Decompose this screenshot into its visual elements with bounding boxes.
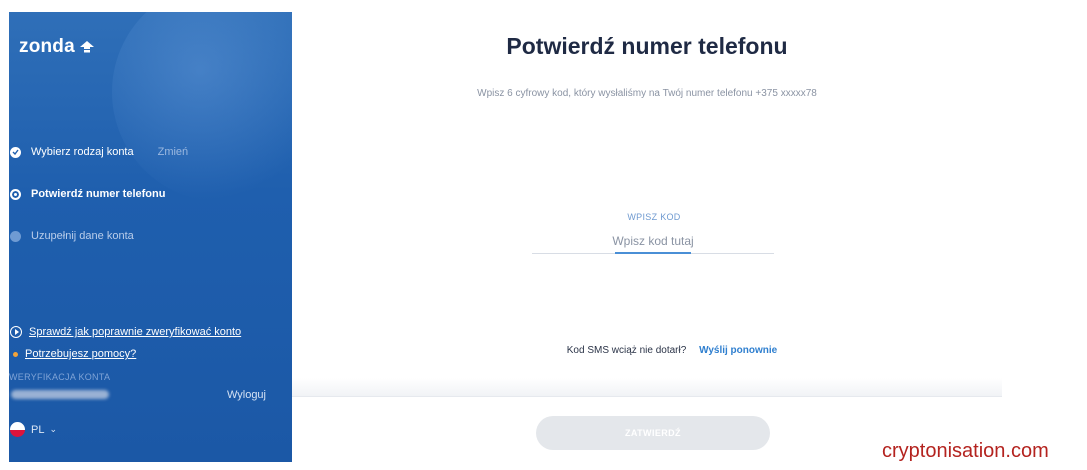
account-name-redacted (11, 390, 109, 399)
active-step-icon (10, 188, 21, 200)
help-link[interactable]: Potrzebujesz pomocy? (9, 348, 136, 360)
submit-button[interactable]: ZATWIERDŹ (536, 416, 770, 450)
language-label: PL (31, 423, 45, 436)
resend-link[interactable]: Wyślij ponownie (699, 345, 777, 356)
logout-button[interactable]: Wyloguj (227, 389, 266, 401)
step-label: Uzupełnij dane konta (31, 230, 134, 242)
input-focus-underline (615, 252, 691, 254)
step-confirm-phone: Potwierdź numer telefonu (9, 184, 165, 204)
main-content: Potwierdź numer telefonu Wpisz 6 cyfrowy… (292, 0, 1087, 470)
poland-flag-icon (10, 422, 25, 437)
language-selector[interactable]: PL ⌄ (9, 422, 57, 437)
section-label: WERYFIKACJA KONTA (9, 372, 111, 382)
code-field-label: WPISZ KOD (627, 212, 681, 222)
watermark: cryptonisation.com (882, 440, 1049, 462)
play-icon (10, 326, 22, 338)
help-label: Potrzebujesz pomocy? (25, 348, 137, 360)
verify-guide-label: Sprawdź jak poprawnie zweryfikować konto (29, 326, 242, 338)
page-title: Potwierdź numer telefonu (506, 33, 788, 59)
change-link[interactable]: Zmień (158, 146, 189, 158)
logo-text: zonda (19, 36, 75, 57)
footer-divider (292, 396, 1002, 397)
sidebar: zonda Wybierz rodzaj konta Zmień Potwier… (9, 12, 292, 462)
step-account-data: Uzupełnij dane konta (9, 226, 134, 246)
check-icon (10, 146, 21, 158)
pending-step-icon (10, 230, 21, 242)
chevron-down-icon: ⌄ (49, 424, 58, 434)
footer-shadow (292, 378, 1002, 396)
sms-question: Kod SMS wciąż nie dotarł? (566, 345, 687, 356)
logo-icon (79, 41, 94, 53)
sms-code-input[interactable] (532, 228, 774, 254)
verify-guide-link[interactable]: Sprawdź jak poprawnie zweryfikować konto (9, 326, 241, 338)
step-label: Potwierdź numer telefonu (31, 188, 166, 200)
background-photo (112, 12, 292, 202)
step-label: Wybierz rodzaj konta (31, 146, 134, 158)
page-subtitle: Wpisz 6 cyfrowy kod, który wysłaliśmy na… (477, 88, 817, 99)
resend-row: Kod SMS wciąż nie dotarł? Wyślij ponowni… (292, 345, 1052, 356)
zonda-logo[interactable]: zonda (19, 36, 95, 58)
status-dot-icon (13, 351, 18, 357)
step-account-type: Wybierz rodzaj konta Zmień (9, 142, 188, 162)
account-row: Wyloguj (9, 389, 292, 401)
